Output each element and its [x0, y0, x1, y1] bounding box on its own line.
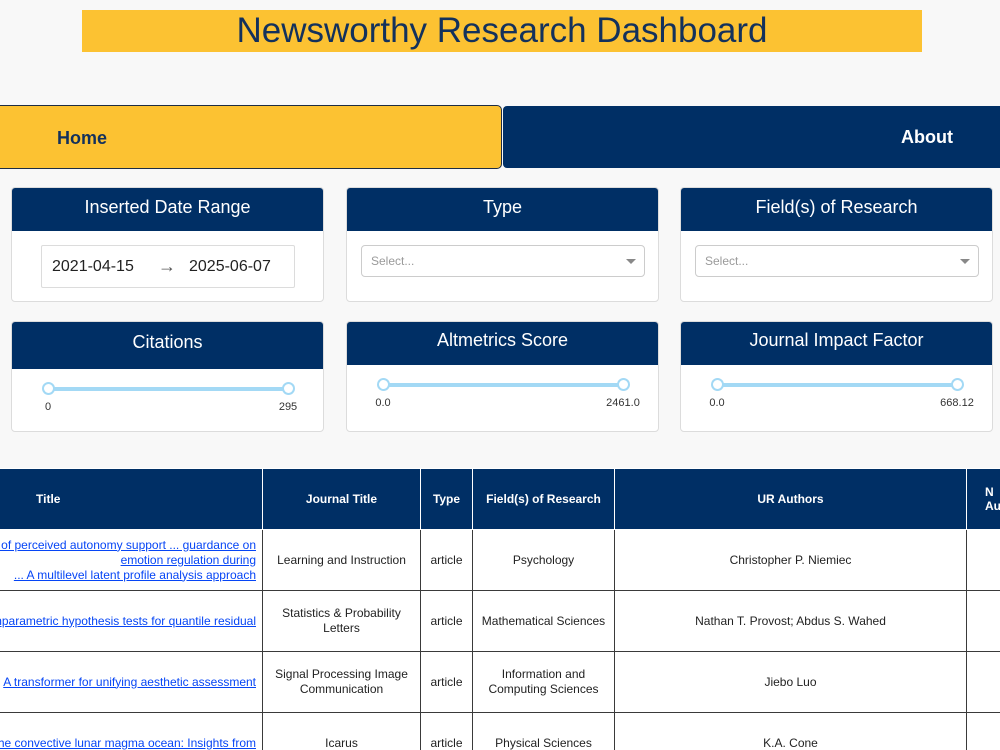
- chevron-down-icon[interactable]: [960, 259, 970, 264]
- slider-track[interactable]: [48, 387, 288, 391]
- tab-about[interactable]: About: [503, 106, 1000, 168]
- n-authors-cell: [966, 651, 1000, 713]
- n-authors-cell: [966, 590, 1000, 652]
- impact-slider[interactable]: 0.0 668.12: [709, 377, 974, 409]
- column-header-title[interactable]: Title: [0, 468, 263, 530]
- field-cell: Physical Sciences: [472, 712, 615, 750]
- column-header-type[interactable]: Type: [420, 468, 473, 530]
- journal-cell: Learning and Instruction: [262, 529, 421, 591]
- column-header-ur-authors[interactable]: UR Authors: [614, 468, 967, 530]
- altmetrics-title: Altmetrics Score: [347, 322, 658, 365]
- fields-card: Field(s) of Research Select...: [680, 187, 993, 302]
- n-authors-cell: [966, 712, 1000, 750]
- journal-cell: Icarus: [262, 712, 421, 750]
- page-title: Newsworthy Research Dashboard: [236, 11, 768, 50]
- altmetrics-card: Altmetrics Score 0.0 2461.0: [346, 321, 659, 432]
- table-row: Nonparametric hypothesis tests for quant…: [0, 590, 1000, 652]
- date-range-picker[interactable]: 2021-04-15 → 2025-06-07: [41, 245, 295, 288]
- n-authors-cell: [966, 529, 1000, 591]
- article-title-link[interactable]: Nonparametric hypothesis tests for quant…: [0, 614, 256, 628]
- ur-authors-cell: Christopher P. Niemiec: [614, 529, 967, 591]
- journal-cell: Statistics & Probability Letters: [262, 590, 421, 652]
- type-cell: article: [420, 712, 473, 750]
- column-header-journal[interactable]: Journal Title: [262, 468, 421, 530]
- tab-about-label: About: [901, 127, 953, 147]
- fields-select-placeholder: Select...: [705, 254, 749, 268]
- tab-home-label: Home: [57, 128, 108, 148]
- field-cell: Mathematical Sciences: [472, 590, 615, 652]
- citations-card: Citations 0 295: [11, 321, 324, 432]
- table-header-row: Title Journal Title Type Field(s) of Res…: [0, 468, 1000, 530]
- type-title: Type: [347, 188, 658, 231]
- column-header-field[interactable]: Field(s) of Research: [472, 468, 615, 530]
- slider-track[interactable]: [717, 383, 957, 387]
- citations-title: Citations: [12, 322, 323, 369]
- results-table-wrapper[interactable]: Title Journal Title Type Field(s) of Res…: [0, 468, 1000, 750]
- fields-title: Field(s) of Research: [681, 188, 992, 231]
- title-cell: The effects of perceived autonomy suppor…: [0, 529, 263, 591]
- slider-max-label: 668.12: [940, 397, 974, 409]
- impact-card: Journal Impact Factor 0.0 668.12: [680, 321, 993, 432]
- slider-min-label: 0: [44, 401, 52, 413]
- start-date-input[interactable]: 2021-04-15: [52, 246, 134, 287]
- slider-handle-max[interactable]: [282, 382, 295, 395]
- slider-handle-min[interactable]: [42, 382, 55, 395]
- article-title-link[interactable]: The effects of perceived autonomy suppor…: [0, 538, 256, 567]
- ur-authors-cell: Nathan T. Provost; Abdus S. Wahed: [614, 590, 967, 652]
- article-title-link[interactable]: The convective lunar magma ocean: Insigh…: [0, 736, 256, 750]
- ur-authors-cell: K.A. Cone: [614, 712, 967, 750]
- type-cell: article: [420, 529, 473, 591]
- title-cell: The convective lunar magma ocean: Insigh…: [0, 712, 263, 750]
- results-table: Title Journal Title Type Field(s) of Res…: [0, 468, 1000, 750]
- type-select-placeholder: Select...: [371, 254, 415, 268]
- tab-home[interactable]: Home: [0, 105, 502, 169]
- type-card: Type Select...: [346, 187, 659, 302]
- slider-track[interactable]: [383, 383, 623, 387]
- chevron-down-icon[interactable]: [626, 259, 636, 264]
- slider-min-label: 0.0: [709, 397, 725, 409]
- table-row: The convective lunar magma ocean: Insigh…: [0, 712, 1000, 750]
- article-title-link[interactable]: ... A multilevel latent profile analysis…: [14, 568, 256, 582]
- arrow-right-icon: →: [158, 256, 176, 276]
- slider-min-label: 0.0: [375, 397, 391, 409]
- slider-handle-max[interactable]: [617, 378, 630, 391]
- journal-cell: Signal Processing Image Communication: [262, 651, 421, 713]
- end-date-input[interactable]: 2025-06-07: [189, 246, 271, 287]
- slider-handle-min[interactable]: [377, 378, 390, 391]
- citations-slider[interactable]: 0 295: [42, 381, 297, 413]
- slider-handle-max[interactable]: [951, 378, 964, 391]
- type-cell: article: [420, 651, 473, 713]
- date-range-card: Inserted Date Range 2021-04-15 → 2025-06…: [11, 187, 324, 302]
- article-title-link[interactable]: A transformer for unifying aesthetic ass…: [3, 675, 256, 689]
- fields-select[interactable]: Select...: [695, 245, 979, 277]
- slider-max-label: 2461.0: [606, 397, 640, 409]
- dashboard-banner: Newsworthy Research Dashboard: [82, 10, 922, 52]
- title-cell: A transformer for unifying aesthetic ass…: [0, 651, 263, 713]
- ur-authors-cell: Jiebo Luo: [614, 651, 967, 713]
- type-cell: article: [420, 590, 473, 652]
- field-cell: Information and Computing Sciences: [472, 651, 615, 713]
- column-header-n-authors[interactable]: N Au: [966, 468, 1000, 530]
- slider-max-label: 295: [278, 401, 298, 413]
- field-cell: Psychology: [472, 529, 615, 591]
- slider-handle-min[interactable]: [711, 378, 724, 391]
- date-range-title: Inserted Date Range: [12, 188, 323, 231]
- altmetrics-slider[interactable]: 0.0 2461.0: [375, 377, 640, 409]
- table-row: A transformer for unifying aesthetic ass…: [0, 651, 1000, 713]
- table-row: The effects of perceived autonomy suppor…: [0, 529, 1000, 591]
- impact-title: Journal Impact Factor: [681, 322, 992, 365]
- title-cell: Nonparametric hypothesis tests for quant…: [0, 590, 263, 652]
- type-select[interactable]: Select...: [361, 245, 645, 277]
